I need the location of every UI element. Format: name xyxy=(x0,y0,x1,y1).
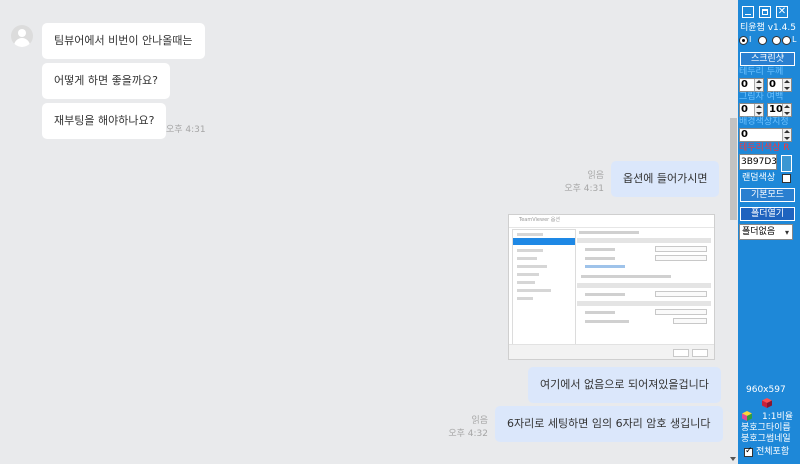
message-time: 오후 4:31 xyxy=(564,184,604,194)
message-incoming[interactable]: 팀뷰어에서 비번이 안나올때는 xyxy=(42,23,205,59)
message-time: 오후 4:32 xyxy=(448,429,488,439)
message-outgoing[interactable]: 여기에서 없음으로 되어져있을겁니다 xyxy=(528,367,721,403)
border-thickness-label: 테두리 두께 xyxy=(739,67,784,77)
scroll-down-arrow-icon[interactable] xyxy=(730,457,736,461)
screenshot-button[interactable]: 스크린샷 xyxy=(740,52,795,66)
message-outgoing[interactable]: 옵션에 들어가시면 xyxy=(611,161,720,197)
radio-option-2[interactable] xyxy=(758,36,767,45)
maximize-icon[interactable] xyxy=(759,6,771,18)
message-incoming[interactable]: 재부팅을 해야하나요? xyxy=(42,103,167,139)
radio-label-i: I xyxy=(749,35,752,44)
tool-panel: ✕ 티윤챕 v1.4.5 I L 스크린샷 테두리 두께 0 0 그림자 여백 … xyxy=(738,0,800,464)
minimize-icon[interactable] xyxy=(742,6,754,18)
read-receipt: 읽음 xyxy=(587,171,604,181)
radio-label-l: L xyxy=(792,35,797,44)
radio-option-1[interactable] xyxy=(739,36,748,45)
border-thickness-input-2[interactable]: 0 xyxy=(767,78,792,92)
border-thickness-input-1[interactable]: 0 xyxy=(739,78,764,92)
border-color-swatch[interactable] xyxy=(781,155,792,172)
chat-scrollbar[interactable] xyxy=(729,0,738,464)
app-title: 티윤챕 v1.4.5 xyxy=(740,23,796,33)
close-icon[interactable]: ✕ xyxy=(776,6,788,18)
message-outgoing[interactable]: 6자리로 세팅하면 임의 6자리 암호 생깁니다 xyxy=(495,406,723,442)
radio-option-3[interactable] xyxy=(772,36,781,45)
include-all-label: 전체포함 xyxy=(756,447,790,457)
scrollbar-thumb[interactable] xyxy=(730,118,737,220)
border-color-field[interactable]: 3B97D3 xyxy=(739,154,777,170)
shadow-margin-label: 그림자 여백 xyxy=(739,92,784,102)
random-color-checkbox[interactable] xyxy=(782,174,791,183)
open-folder-button[interactable]: 폴더열기 xyxy=(740,207,795,221)
type-label[interactable]: 붕호그타이름 xyxy=(741,423,791,434)
random-color-label: 랜덤색상 xyxy=(742,173,776,183)
user-avatar-icon[interactable] xyxy=(11,25,33,47)
screenshot-image[interactable]: TeamViewer 옵션 xyxy=(508,214,715,360)
folder-select[interactable]: 폴더없음 ▾ xyxy=(739,224,793,240)
radio-option-4[interactable] xyxy=(782,36,791,45)
chat-area: 팀뷰어에서 비번이 안나올때는 어떻게 하면 좋을까요? 재부팅을 해야하나요?… xyxy=(0,0,729,464)
cube-icon xyxy=(762,398,772,408)
message-time: 오후 4:31 xyxy=(166,125,206,135)
ratio-label[interactable]: 1:1비율 xyxy=(762,412,793,423)
include-all-checkbox[interactable] xyxy=(744,446,753,457)
border-color-label: 테두리색상 R xyxy=(739,143,790,153)
shadow-input-1[interactable]: 0 xyxy=(739,103,764,117)
size-readout: 960x597 xyxy=(746,385,786,395)
message-incoming[interactable]: 어떻게 하면 좋을까요? xyxy=(42,63,170,99)
default-mode-button[interactable]: 기본모드 xyxy=(740,188,795,202)
background-color-input[interactable]: 0 xyxy=(739,128,792,142)
background-color-label: 배경색상지정 xyxy=(739,117,789,127)
read-receipt: 읽음 xyxy=(471,416,488,426)
color-cube-icon xyxy=(742,411,752,421)
thumbnail-label[interactable]: 붕호그썸네일 xyxy=(741,434,791,445)
shadow-input-2[interactable]: 10 xyxy=(767,103,792,117)
